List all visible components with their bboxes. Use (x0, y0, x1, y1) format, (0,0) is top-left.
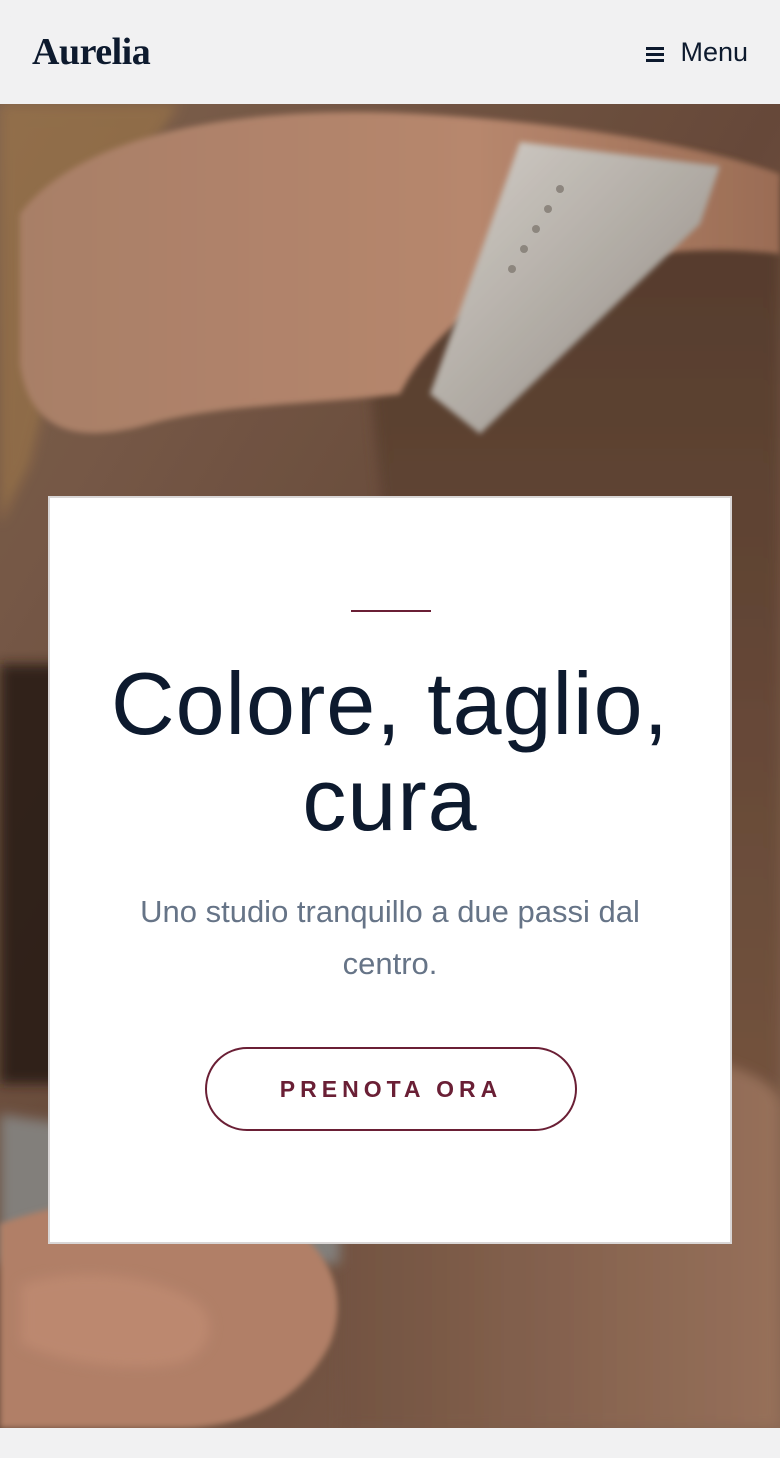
hero-subtitle: Uno studio tranquillo a due passi dal ce… (140, 894, 640, 981)
menu-button[interactable]: Menu (646, 37, 748, 68)
hero-card: Colore, taglio, cura Uno studio tranquil… (48, 496, 732, 1244)
menu-button-label: Menu (680, 36, 748, 67)
accent-divider (351, 610, 431, 612)
page-frame: Aurelia Menu Colore, taglio, cura Uno st… (0, 0, 780, 1458)
hamburger-icon (646, 46, 665, 62)
brand-logo[interactable]: Aurelia (32, 30, 151, 74)
site-header: Aurelia Menu (0, 0, 780, 104)
hero-headline: Colore, taglio, cura (111, 654, 669, 849)
hero-section: Colore, taglio, cura Uno studio tranquil… (0, 104, 780, 1428)
page-bottom-strip (0, 1428, 780, 1458)
book-now-button[interactable]: PRENOTA ORA (205, 1047, 577, 1131)
